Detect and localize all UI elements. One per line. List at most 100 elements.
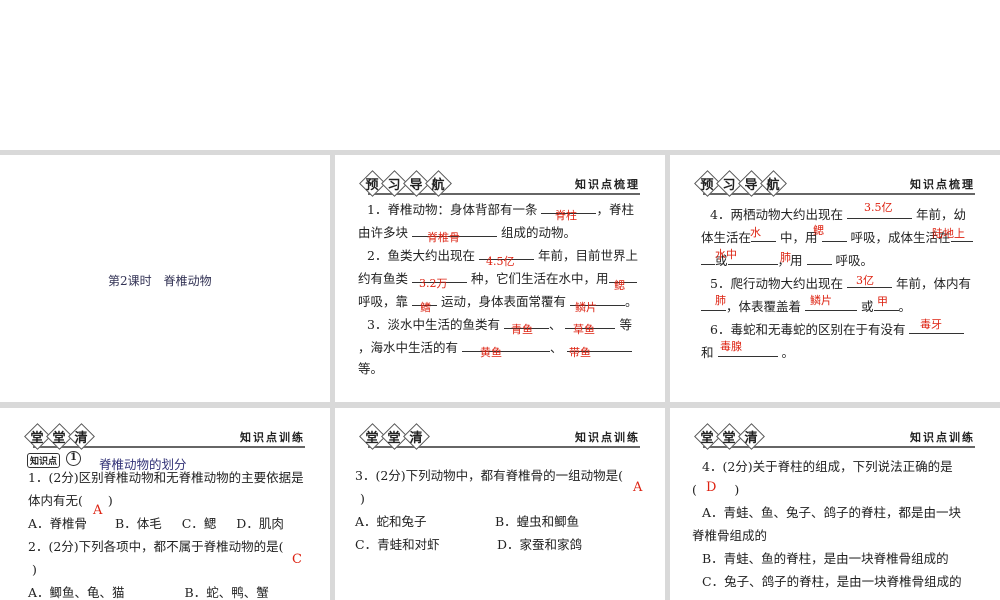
text: ，体表覆盖着 (726, 299, 802, 314)
lesson-title: 第2课时 脊椎动物 (108, 274, 212, 288)
diamond-badge-icon: 航 (760, 170, 787, 197)
section-header: 预 习 导 航 知识点梳理 (359, 170, 640, 197)
slide-exercise-3[interactable]: 堂 堂 清 知识点训练 4．(2分)关于脊柱的组成，下列说法正确的是 ( ) D… (670, 408, 1000, 600)
text: D．肌肉 (236, 516, 284, 531)
text: 、 (548, 317, 562, 332)
text: 。 (624, 294, 638, 309)
text: ) (32, 562, 37, 577)
text: A．鲫鱼、龟、猫 (28, 585, 125, 600)
text: 年前，幼 (915, 207, 966, 222)
answer-blank (701, 253, 715, 265)
text-line: 1．脊椎动物：身体背部有一条 ，脊柱 (367, 202, 634, 217)
handwritten-answer: 陆地上 (932, 227, 965, 240)
handwritten-answer: 带鱼 (569, 346, 591, 359)
handwritten-answer: 黄鱼 (480, 346, 502, 359)
text: 由许多块 (358, 225, 409, 240)
handwritten-answer: A (93, 503, 103, 518)
text: 年前，目前世界上 (537, 248, 638, 263)
text: 种，它们生活在水中，用 (470, 271, 609, 286)
answer-blank (821, 230, 847, 242)
text: 、 (550, 340, 563, 355)
text: 运动，身体表面常覆有 (440, 294, 566, 309)
section-header: 堂 堂 清 知识点训练 (359, 423, 640, 450)
text: 3．(2分)下列动物中，都有脊椎骨的一组动物是( (355, 468, 624, 483)
text: ，海水中生活的有 (358, 340, 459, 355)
text: 3．淡水中生活的鱼类有 (367, 317, 500, 332)
text-line: 4．两栖动物大约出现在 年前，幼 (710, 207, 966, 222)
text: ) (360, 491, 365, 506)
text: 6．毒蛇和无毒蛇的区别在于有没有 (710, 322, 906, 337)
handwritten-answer: 脊柱 (555, 209, 577, 222)
knowledge-point-number: 1 (66, 451, 81, 466)
section-header: 堂 堂 清 知识点训练 (24, 423, 305, 450)
blank-top-area (0, 0, 1000, 150)
slide-exercise-2[interactable]: 堂 堂 清 知识点训练 3．(2分)下列动物中，都有脊椎骨的一组动物是( A )… (335, 408, 665, 600)
diamond-badge-icon: 清 (68, 423, 95, 450)
text: 或 (860, 299, 874, 314)
text-line: 约有鱼类 种，它们生活在水中，用 (358, 271, 637, 286)
text: 5．爬行动物大约出现在 (710, 276, 843, 291)
text: A．蛇和兔子 (355, 514, 427, 529)
text: 2．(2分)下列各项中，都不属于脊椎动物的是( (28, 539, 284, 554)
text-line: A．鲫鱼、龟、猫 B．蛇、鸭、蟹 (28, 585, 269, 600)
header-label: 知识点梳理 (575, 178, 640, 191)
handwritten-answer: 鳃 (614, 279, 625, 292)
handwritten-answer: 鳍 (420, 301, 431, 314)
text: 组成的动物。 (500, 225, 576, 240)
text: 4．(2分)关于脊柱的组成，下列说法正确的是 (702, 459, 953, 474)
text: 清 (74, 431, 88, 446)
answer-blank (462, 340, 550, 352)
handwritten-answer: 毒腺 (720, 340, 742, 353)
text: B．蛇、鸭、蟹 (184, 585, 269, 600)
text: 1．脊椎动物：身体背部有一条 (367, 202, 538, 217)
slide-exercise-1[interactable]: 堂 堂 清 知识点训练 知识点 1 脊椎动物的划分 1．(2分)区别脊椎动物和无… (0, 408, 330, 600)
handwritten-answer: 鳞片 (575, 301, 597, 314)
text: 体生活在 (701, 230, 752, 245)
diamond-badge-icon: 清 (738, 423, 765, 450)
handwritten-answer: 3亿 (856, 274, 874, 287)
text: 知识点训练 (575, 431, 640, 444)
text: 4．两栖动物大约出现在 (710, 207, 843, 222)
handwritten-answer: A (633, 480, 643, 495)
text: C．青蛙和对虾 (355, 537, 440, 552)
text: 中，用 (780, 230, 818, 245)
text: 航 (766, 178, 780, 193)
text: 等。 (358, 361, 384, 376)
handwritten-answer: C (292, 552, 302, 567)
text: B．青蛙、鱼的脊柱，是由一块脊椎骨组成的 (702, 551, 949, 566)
text: C．兔子、鸽子的脊柱，是由一块脊椎骨组成的 (702, 574, 962, 589)
text: 和 (701, 345, 714, 360)
text: A．青蛙、鱼、兔子、鸽子的脊柱，都是由一块 (702, 505, 962, 520)
handwritten-answer: 4.5亿 (486, 255, 515, 268)
text-line: A．脊椎骨 B．体毛 C．鳃 D．肌肉 (28, 516, 284, 531)
handwritten-answer: 毒牙 (920, 318, 942, 331)
text: 年前，体内有 (895, 276, 971, 291)
text: 航 (431, 178, 445, 193)
handwritten-answer: 水 (750, 226, 761, 239)
text: C．鳃 (181, 516, 217, 531)
text: 知识点训练 (240, 431, 305, 444)
handwritten-answer: 3.5亿 (864, 201, 893, 214)
handwritten-answer: 3.2万 (419, 277, 448, 290)
diamond-badge-icon: 航 (425, 170, 452, 197)
slide-title[interactable]: 第2课时 脊椎动物 (0, 155, 330, 402)
text: B．蝗虫和鲫鱼 (495, 514, 580, 529)
text: 知识点训练 (910, 431, 975, 444)
text: A．脊椎骨 (28, 516, 88, 531)
section-header: 堂 堂 清 知识点训练 (694, 423, 975, 450)
text: 约有鱼类 (358, 271, 409, 286)
text: D．家蚕和家鸽 (497, 537, 583, 552)
handwritten-answer: 水中 (715, 248, 737, 261)
text-line: 由许多块 组成的动物。 (358, 225, 576, 240)
text-line: 和 。 (701, 345, 794, 360)
section-header: 预 习 导 航 知识点梳理 (694, 170, 975, 197)
slide-preview-2[interactable]: 预 习 导 航 知识点梳理 4．两栖动物大约出现在 年前，幼 体生活在 中，用 … (670, 155, 1000, 402)
text: 清 (409, 431, 423, 446)
text: 2．鱼类大约出现在 (367, 248, 475, 263)
handwritten-answer: 鳞片 (810, 294, 832, 307)
handwritten-answer: D (706, 480, 717, 495)
slide-preview-1[interactable]: 预 习 导 航 知识点梳理 1．脊椎动物：身体背部有一条 ，脊柱 由许多块 组成… (335, 155, 665, 402)
handwritten-answer: 肺 (780, 251, 791, 264)
text-line: 5．爬行动物大约出现在 年前，体内有 (710, 276, 971, 291)
text: B．体毛 (115, 516, 162, 531)
